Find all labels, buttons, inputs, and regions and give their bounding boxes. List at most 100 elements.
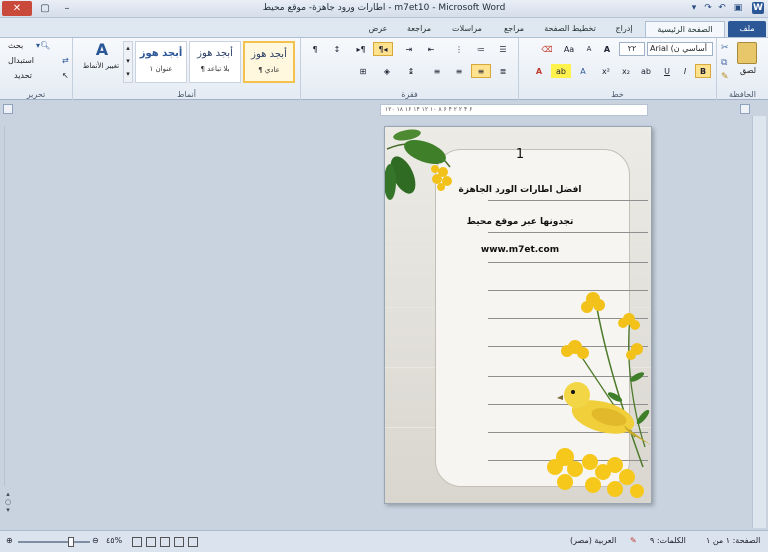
ribbon: لصق ✂ ⧉ ✎ الحافظة Arial (أساسي ن ٢٢ A A … <box>0 38 768 100</box>
flower-bird-decoration <box>547 292 651 498</box>
select-button[interactable]: تحديد <box>14 71 32 80</box>
font-size-select[interactable]: ٢٢ <box>619 42 645 56</box>
clear-formatting-icon[interactable]: ⌫ <box>539 42 555 56</box>
bold-button[interactable]: B <box>695 64 711 78</box>
format-painter-icon[interactable]: ✎ <box>721 72 729 82</box>
replace-button[interactable]: استبدال <box>8 56 34 65</box>
vertical-ruler[interactable] <box>752 116 766 528</box>
horizontal-ruler[interactable]: ۱۲۰ ۱۸ ۱۶ ۱۴ ۱۲ ۱۰ ۸ ۶ ۴ ۲ ۲ ۴ ۶ <box>380 104 648 116</box>
full-screen-icon[interactable] <box>174 537 184 547</box>
cut-icon[interactable]: ✂ <box>721 43 729 53</box>
align-center-icon[interactable]: ≡ <box>449 64 469 78</box>
editing-group: ▾🔍︎ بحث ⇄ استبدال ↖ تحديد تحرير <box>0 38 72 100</box>
borders-icon[interactable]: ⊞ <box>353 64 373 78</box>
zoom-out-icon[interactable]: ⊖ <box>92 536 99 545</box>
customize-quick-access-icon[interactable]: ▾ <box>688 2 700 14</box>
paste-icon[interactable] <box>737 42 757 64</box>
editing-group-label: تحرير <box>26 90 46 99</box>
style-normal[interactable]: أبجد هوز ¶ عادي <box>243 41 295 83</box>
change-case-button[interactable]: Aa <box>559 42 579 56</box>
page-navigation-icons[interactable]: ▴ ○ ▾ <box>3 490 13 526</box>
web-layout-icon[interactable] <box>160 537 170 547</box>
status-page[interactable]: الصفحة: ١ من ١ <box>706 536 760 545</box>
proofing-icon[interactable]: ✎ <box>630 536 637 545</box>
font-color-icon[interactable]: A <box>529 64 549 78</box>
tab-references[interactable]: مراجع <box>494 21 534 37</box>
draft-icon[interactable] <box>132 537 142 547</box>
increase-indent-icon[interactable]: ⇥ <box>399 42 419 56</box>
status-language[interactable]: العربية (مصر) <box>570 536 616 545</box>
ltr-direction-icon[interactable]: ▸¶ <box>351 42 371 56</box>
style-no-spacing-name: ¶ بلا تباعد <box>200 65 230 73</box>
style-heading-name: عنوان ١ <box>149 65 173 73</box>
line-spacing-icon[interactable]: ↨ <box>401 64 421 78</box>
text-effects-icon[interactable]: A <box>573 64 593 78</box>
print-layout-icon[interactable] <box>188 537 198 547</box>
clipboard-group: لصق ✂ ⧉ ✎ الحافظة <box>716 38 768 100</box>
change-styles-label[interactable]: تغيير الأنماط <box>79 62 123 71</box>
find-icon[interactable]: ▾🔍︎ <box>36 41 50 50</box>
yellow-flower-top <box>431 165 452 191</box>
doc-line-3[interactable]: www.m7et.com <box>430 245 610 255</box>
zoom-slider-thumb[interactable] <box>68 537 74 547</box>
style-normal-name: ¶ عادي <box>258 66 280 74</box>
paste-button-label[interactable]: لصق <box>735 66 761 75</box>
save-icon[interactable]: ▣ <box>732 2 744 14</box>
style-heading-1[interactable]: أبجد هوز عنوان ١ <box>135 41 187 83</box>
rtl-direction-icon[interactable]: ¶◂ <box>373 42 393 56</box>
subscript-icon[interactable]: x₂ <box>617 64 635 78</box>
vertical-scrollbar-track[interactable] <box>4 126 12 486</box>
zoom-in-icon[interactable]: ⊕ <box>6 536 13 545</box>
paragraph-group-label: فقرة <box>401 90 418 99</box>
undo-icon[interactable]: ↶ <box>716 2 728 14</box>
shading-icon[interactable]: ◈ <box>377 64 397 78</box>
numbering-icon[interactable]: ≔ <box>471 42 491 56</box>
superscript-icon[interactable]: x² <box>597 64 615 78</box>
grow-font-button[interactable]: A <box>599 42 615 56</box>
document-page[interactable]: 1 افضل اطارات الورد الجاهزة تجدونها عبر … <box>384 126 652 504</box>
status-bar: الصفحة: ١ من ١ الكلمات: ٩ ✎ العربية (مصر… <box>0 530 768 552</box>
tab-page-layout[interactable]: تخطيط الصفحة <box>538 21 602 37</box>
view-ruler-icon[interactable] <box>740 104 750 114</box>
font-group-label: خط <box>611 90 624 99</box>
underline-button[interactable]: U <box>659 64 675 78</box>
status-words[interactable]: الكلمات: ٩ <box>650 536 686 545</box>
tab-mailings[interactable]: مراسلات <box>444 21 490 37</box>
strikethrough-icon[interactable]: ab <box>637 64 655 78</box>
tab-home[interactable]: الصفحة الرئيسية <box>645 21 725 37</box>
yellow-flowers-right <box>561 292 643 360</box>
tab-file[interactable]: ملف <box>728 21 766 37</box>
shrink-font-button[interactable]: A <box>581 42 597 56</box>
select-icon[interactable]: ↖ <box>62 71 69 80</box>
tab-review[interactable]: مراجعة <box>398 21 440 37</box>
ruler-toggle-icon[interactable] <box>3 104 13 114</box>
zoom-slider[interactable] <box>18 541 90 543</box>
tab-view[interactable]: عرض <box>362 21 394 37</box>
zoom-level[interactable]: ٤٥% <box>106 536 122 545</box>
style-no-spacing[interactable]: أبجد هوز ¶ بلا تباعد <box>189 41 241 83</box>
styles-scroll[interactable]: ▴ ▾ ▾ <box>123 41 133 83</box>
change-styles-icon[interactable]: A <box>87 40 117 59</box>
copy-icon[interactable]: ⧉ <box>721 58 727 68</box>
replace-icon[interactable]: ⇄ <box>62 56 69 65</box>
show-formatting-icon[interactable]: ¶ <box>305 42 325 56</box>
align-left-icon[interactable]: ≡ <box>427 64 447 78</box>
sort-icon[interactable]: ↕ <box>327 42 347 56</box>
multilevel-list-icon[interactable]: ⋮ <box>449 42 469 56</box>
window-title: اطارات ورود جاهزة- موقع محيط - m7et10 - … <box>262 3 506 13</box>
font-name-select[interactable]: Arial (أساسي ن <box>647 42 713 56</box>
highlight-color-icon[interactable]: ab <box>551 64 571 78</box>
word-app-icon: W <box>752 2 764 14</box>
find-button[interactable]: بحث <box>8 41 23 50</box>
bullets-icon[interactable]: ☰ <box>493 42 513 56</box>
align-right-icon[interactable]: ≡ <box>471 64 491 78</box>
style-normal-sample: أبجد هوز <box>251 49 287 60</box>
italic-button[interactable]: I <box>677 64 693 78</box>
paragraph-group: ☰ ≔ ⋮ ⇤ ⇥ ¶◂ ▸¶ ↕ ¶ ≣ ≡ ≡ ≡ ↨ ◈ ⊞ فقرة <box>300 38 518 100</box>
justify-icon[interactable]: ≣ <box>493 64 513 78</box>
title-bar: ✕ ▢ – اطارات ورود جاهزة- موقع محيط - m7e… <box>0 0 768 18</box>
outline-icon[interactable] <box>146 537 156 547</box>
redo-icon[interactable]: ↷ <box>702 2 714 14</box>
decrease-indent-icon[interactable]: ⇤ <box>421 42 441 56</box>
tab-insert[interactable]: إدراج <box>606 21 642 37</box>
